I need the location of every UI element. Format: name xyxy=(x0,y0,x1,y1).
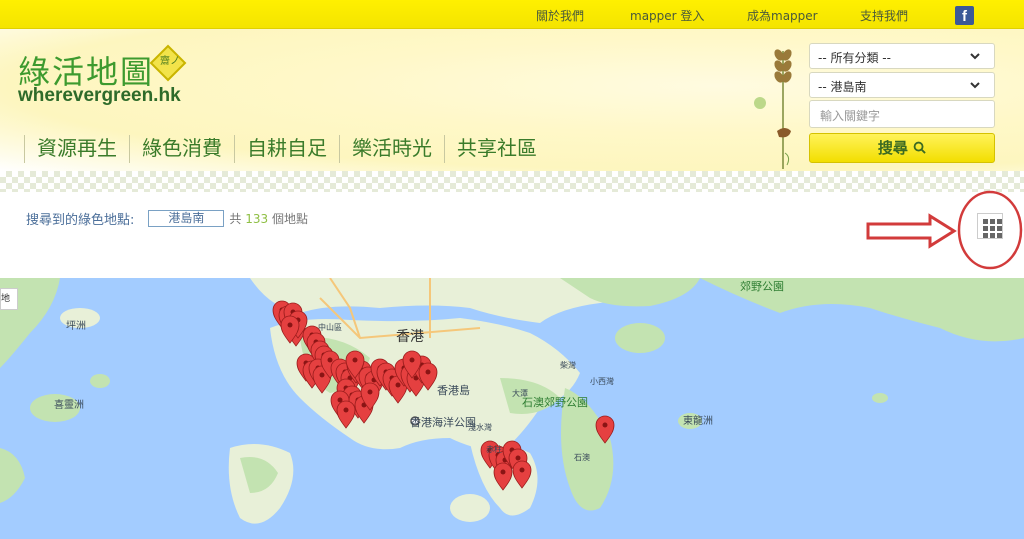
logo-domain[interactable]: wherevergreen.hk xyxy=(18,85,181,107)
nav-item-lohas[interactable]: 樂活時光 xyxy=(339,135,444,163)
map-label-hei-ling-chau: 喜靈洲 xyxy=(54,400,84,411)
search-icon xyxy=(913,141,926,154)
chevron-down-icon xyxy=(970,53,980,60)
map-pin-dot xyxy=(327,357,333,363)
results-count: 133 xyxy=(245,212,269,226)
main-nav: 資源再生 綠色消費 自耕自足 樂活時光 共享社區 xyxy=(24,135,549,163)
map-label-small: 石澳 xyxy=(574,453,590,462)
map-type-control[interactable]: 地圖 xyxy=(0,288,18,310)
page: 關於我們 mapper 登入 成為mapper 支持我們 f 綠活地圖 齋ノ w… xyxy=(0,0,1024,539)
logo-badge-text: 齋ノ xyxy=(160,56,180,67)
results-label: 搜尋到的綠色地點: xyxy=(26,213,135,228)
nav-item-farming[interactable]: 自耕自足 xyxy=(234,135,339,163)
map-pin-dot xyxy=(519,467,525,473)
nav-item-community[interactable]: 共享社區 xyxy=(444,135,549,163)
map-label-small: 大潭 xyxy=(512,389,528,398)
region-select[interactable]: -- 港島南 xyxy=(809,72,995,98)
map-pin-dot xyxy=(409,357,415,363)
map-pin-dot xyxy=(602,422,608,428)
top-bar: 關於我們 mapper 登入 成為mapper 支持我們 f xyxy=(0,0,1024,29)
results-total: 共 133 個地點 xyxy=(229,210,308,227)
map-pin-dot xyxy=(515,455,521,461)
region-select-value: -- 港島南 xyxy=(818,80,867,94)
map-pin-dot xyxy=(395,382,401,388)
search-button[interactable]: 搜尋 xyxy=(809,133,995,163)
results-prefix: 共 xyxy=(229,212,242,226)
map-pin-dot xyxy=(287,322,293,328)
map-label-shek-o-park: 石澳郊野公園 xyxy=(522,396,588,409)
region-tag: 港島南 xyxy=(148,210,225,227)
wheat-bird-illustration-icon xyxy=(754,49,792,169)
results-summary: 搜尋到的綠色地點: 港島南 共 133 個地點 xyxy=(26,209,308,228)
map-label-hk-island: 香港島 xyxy=(437,384,470,397)
map-pin-dot xyxy=(319,372,325,378)
map-label-small: 小西灣 xyxy=(590,377,614,386)
map-land xyxy=(0,278,1024,524)
chevron-down-icon xyxy=(970,82,980,89)
pattern-divider xyxy=(0,171,1024,192)
header: 綠活地圖 齋ノ wherevergreen.hk 資源再生 綠色消費 自耕自足 … xyxy=(0,29,1024,171)
map-label-ocean-park: 香港海洋公園 xyxy=(410,416,476,429)
mapper-login-link[interactable]: mapper 登入 xyxy=(630,7,704,24)
map-label-small: 赤柱 xyxy=(486,445,502,454)
about-us-link[interactable]: 關於我們 xyxy=(536,7,584,24)
map-label-country-park: 郊野公園 xyxy=(740,280,784,293)
results-suffix: 個地點 xyxy=(271,212,308,226)
grid-view-button[interactable] xyxy=(977,213,1003,239)
category-select[interactable]: -- 所有分類 -- xyxy=(809,43,995,69)
category-select-value: -- 所有分類 -- xyxy=(818,51,891,65)
map-pin-dot xyxy=(343,407,349,413)
support-us-link[interactable]: 支持我們 xyxy=(860,7,908,24)
map[interactable]: 地圖 香港 香港島 香港海洋公園 石澳郊野公園 坪洲 喜靈洲 東龍洲 郊野公園 … xyxy=(0,278,1024,539)
map-pin-dot xyxy=(352,357,358,363)
map-pin-dot xyxy=(425,369,431,375)
map-pin-dot xyxy=(500,469,506,475)
map-pin-dot xyxy=(367,389,373,395)
map-label-hk: 香港 xyxy=(396,329,424,345)
search-button-label: 搜尋 xyxy=(877,139,908,157)
keyword-input[interactable]: 輸入關鍵字 xyxy=(809,100,995,128)
nav-item-recycle[interactable]: 資源再生 xyxy=(24,135,129,163)
become-mapper-link[interactable]: 成為mapper xyxy=(747,7,818,24)
map-label-small: 淺水灣 xyxy=(468,423,492,432)
map-label-small: 柴灣 xyxy=(560,361,576,370)
map-label-tung-lung: 東龍洲 xyxy=(683,416,713,427)
map-label-small: 中山區 xyxy=(318,323,342,332)
nav-item-green-consumption[interactable]: 綠色消費 xyxy=(129,135,234,163)
facebook-icon[interactable]: f xyxy=(955,6,974,25)
map-label-peng-chau: 坪洲 xyxy=(66,321,86,332)
